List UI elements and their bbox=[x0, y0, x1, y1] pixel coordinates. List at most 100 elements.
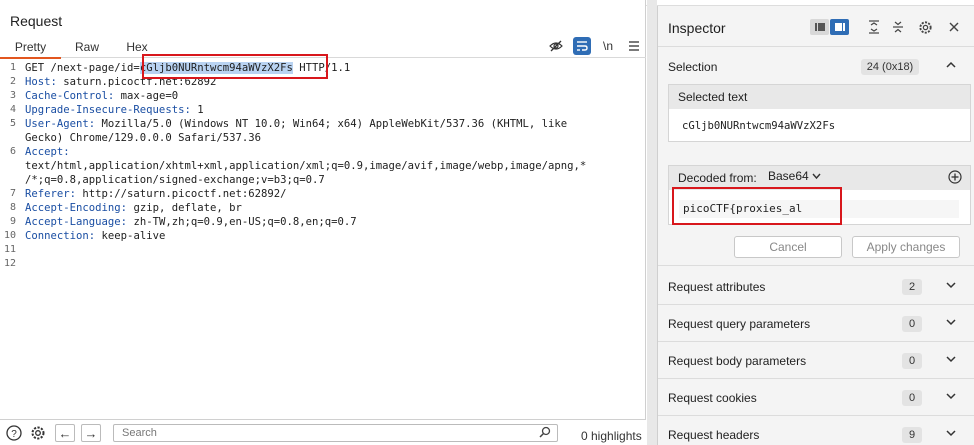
request-panel: Request Pretty Raw Hex \n 1 GET /next-pa… bbox=[0, 0, 646, 445]
divider bbox=[658, 265, 974, 266]
selected-text-label: Selected text bbox=[669, 85, 970, 109]
chevron-down-icon[interactable] bbox=[945, 316, 957, 331]
chevron-down-icon bbox=[812, 173, 821, 180]
menu-icon[interactable] bbox=[624, 36, 644, 56]
encoding-value: Base64 bbox=[768, 169, 809, 183]
line-number: 12 bbox=[3, 258, 16, 269]
search-icon[interactable] bbox=[539, 426, 551, 441]
apply-changes-button[interactable]: Apply changes bbox=[852, 236, 960, 258]
header-accept: Accept: bbox=[25, 146, 70, 158]
line-number: 10 bbox=[3, 230, 16, 241]
gear-icon[interactable] bbox=[916, 19, 934, 35]
forward-button[interactable]: → bbox=[81, 424, 101, 442]
inspector-title: Inspector bbox=[668, 20, 726, 36]
app-window: Request Pretty Raw Hex \n 1 GET /next-pa… bbox=[0, 0, 974, 445]
layout-list-icon[interactable] bbox=[810, 19, 829, 35]
tab-pretty[interactable]: Pretty bbox=[0, 40, 61, 59]
cancel-button[interactable]: Cancel bbox=[734, 236, 842, 258]
line-number: 8 bbox=[9, 202, 16, 213]
search-placeholder: Search bbox=[122, 427, 157, 439]
help-icon[interactable]: ? bbox=[5, 424, 23, 442]
divider bbox=[658, 46, 974, 47]
panel-divider[interactable] bbox=[647, 0, 657, 445]
line-number: 9 bbox=[9, 216, 16, 227]
divider bbox=[658, 415, 974, 416]
header-value: max-age=0 bbox=[114, 90, 179, 102]
line-number: 4 bbox=[9, 104, 16, 115]
header-name: Connection: bbox=[25, 230, 96, 242]
header-name: Cache-Control: bbox=[25, 90, 115, 102]
settings-icon[interactable] bbox=[29, 424, 47, 442]
header-name: Upgrade-Insecure-Requests: bbox=[25, 104, 191, 116]
header-cache-control: Cache-Control: max-age=0 bbox=[25, 90, 178, 102]
section-label: Request body parameters bbox=[668, 354, 807, 368]
divider bbox=[658, 341, 974, 342]
header-user-agent: User-Agent: Mozilla/5.0 (Windows NT 10.0… bbox=[25, 118, 567, 130]
request-method-path: GET /next-page/id= bbox=[25, 62, 140, 74]
tab-hex[interactable]: Hex bbox=[113, 40, 161, 54]
add-circle-icon[interactable] bbox=[948, 170, 962, 187]
header-continuation: text/html,application/xhtml+xml,applicat… bbox=[25, 160, 587, 172]
section-label: Request attributes bbox=[668, 280, 766, 294]
newline-toggle[interactable]: \n bbox=[598, 36, 618, 56]
line-number: 2 bbox=[9, 76, 16, 87]
section-label: Request query parameters bbox=[668, 317, 811, 331]
header-value: zh-TW,zh;q=0.9,en-US;q=0.8,en;q=0.7 bbox=[127, 216, 357, 228]
line-number: 5 bbox=[9, 118, 16, 129]
chevron-down-icon[interactable] bbox=[945, 279, 957, 294]
encoding-select[interactable]: Base64 bbox=[764, 169, 825, 183]
decoded-label: Decoded from: bbox=[678, 171, 757, 185]
highlights-count: 0 highlights bbox=[581, 429, 642, 443]
section-count: 0 bbox=[902, 316, 922, 332]
header-name: User-Agent: bbox=[25, 118, 96, 130]
header-accept-language: Accept-Language: zh-TW,zh;q=0.9,en-US;q=… bbox=[25, 216, 357, 228]
header-name: Referer: bbox=[25, 188, 77, 200]
header-connection: Connection: keep-alive bbox=[25, 230, 165, 242]
divider bbox=[658, 304, 974, 305]
header-value: 1 bbox=[190, 104, 204, 116]
layout-panel-icon[interactable] bbox=[830, 19, 849, 35]
header-value: gzip, deflate, br bbox=[127, 202, 242, 214]
line-number: 3 bbox=[9, 90, 16, 101]
highlight-box-request bbox=[142, 54, 328, 79]
back-button[interactable]: ← bbox=[55, 424, 75, 442]
section-count: 0 bbox=[902, 353, 922, 369]
expand-all-icon[interactable] bbox=[865, 19, 883, 35]
chevron-down-icon[interactable] bbox=[945, 427, 957, 442]
selection-badge: 24 (0x18) bbox=[861, 59, 919, 75]
inspector-panel: Inspector Selection 24 (0x18) Selected t… bbox=[657, 6, 974, 445]
line-number: 1 bbox=[9, 62, 16, 73]
selected-text-value[interactable]: cGljb0NURntwcm94aWVzX2Fs bbox=[682, 120, 835, 132]
chevron-down-icon[interactable] bbox=[945, 390, 957, 405]
section-label: Request headers bbox=[668, 428, 760, 442]
wrap-lines-icon[interactable] bbox=[573, 37, 591, 55]
header-continuation: /*;q=0.8,application/signed-exchange;v=b… bbox=[25, 174, 325, 186]
chevron-down-icon[interactable] bbox=[945, 353, 957, 368]
header-referer: Referer: http://saturn.picoctf.net:62892… bbox=[25, 188, 287, 200]
line-number: 7 bbox=[9, 188, 16, 199]
header-value: http://saturn.picoctf.net:62892/ bbox=[76, 188, 287, 200]
collapse-all-icon[interactable] bbox=[889, 19, 907, 35]
search-input[interactable]: Search bbox=[113, 424, 558, 442]
header-name: Accept-Encoding: bbox=[25, 202, 128, 214]
request-editor[interactable]: 1 GET /next-page/id=cGljb0NURntwcm94aWVz… bbox=[0, 59, 646, 419]
section-label: Request cookies bbox=[668, 391, 757, 405]
section-count: 9 bbox=[902, 427, 922, 443]
close-icon[interactable] bbox=[945, 19, 963, 35]
tab-raw[interactable]: Raw bbox=[62, 40, 112, 54]
eye-off-icon[interactable] bbox=[546, 36, 566, 56]
chevron-up-icon[interactable] bbox=[945, 59, 957, 74]
header-continuation: Gecko) Chrome/129.0.0.0 Safari/537.36 bbox=[25, 132, 261, 144]
svg-text:?: ? bbox=[11, 429, 17, 440]
line-number: 6 bbox=[9, 146, 16, 157]
line-number: 11 bbox=[3, 244, 16, 255]
header-name: Accept-Language: bbox=[25, 216, 128, 228]
header-accept-encoding: Accept-Encoding: gzip, deflate, br bbox=[25, 202, 242, 214]
bottom-bar: ? ← → Search 0 highlights bbox=[0, 419, 646, 445]
header-name: Accept: bbox=[25, 146, 70, 158]
highlight-box-decoded bbox=[672, 187, 842, 225]
header-name: Host: bbox=[25, 76, 57, 88]
selected-text-panel: Selected text cGljb0NURntwcm94aWVzX2Fs bbox=[668, 84, 971, 142]
selection-label: Selection bbox=[668, 60, 718, 74]
divider bbox=[658, 378, 974, 379]
